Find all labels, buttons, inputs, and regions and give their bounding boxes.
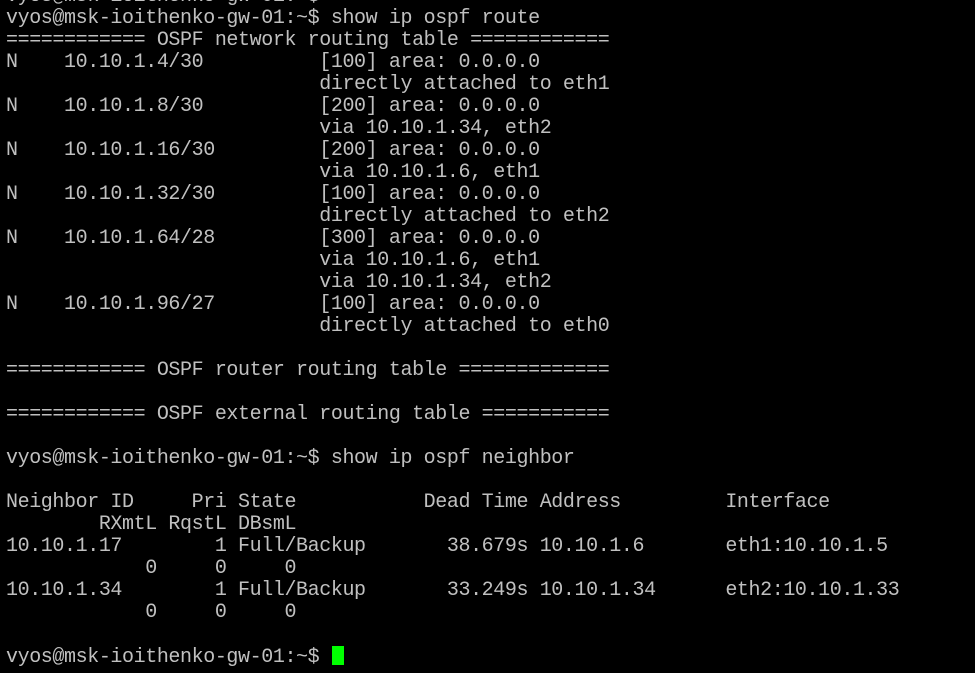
- terminal-line: directly attached to eth2: [6, 205, 610, 228]
- terminal-line: Neighbor ID Pri State Dead Time Address …: [6, 491, 830, 514]
- terminal-line: via 10.10.1.34, eth2: [6, 117, 552, 140]
- prompt-text: vyos@msk-ioithenko-gw-01:~$: [6, 646, 331, 669]
- terminal-line: 10.10.1.17 1 Full/Backup 38.679s 10.10.1…: [6, 535, 888, 558]
- terminal-line: 0 0 0: [6, 557, 297, 580]
- prompt-line[interactable]: vyos@msk-ioithenko-gw-01:~$: [6, 646, 899, 669]
- terminal-line: N 10.10.1.96/27 [100] area: 0.0.0.0: [6, 293, 540, 316]
- terminal-line: N 10.10.1.64/28 [300] area: 0.0.0.0: [6, 227, 540, 250]
- terminal-line: N 10.10.1.4/30 [100] area: 0.0.0.0: [6, 51, 540, 74]
- terminal-window[interactable]: vyos@msk-ioithenko-gw-01:~$ vyos@msk-ioi…: [0, 0, 975, 673]
- terminal-line: vyos@msk-ioithenko-gw-01:~$ show ip ospf…: [6, 447, 575, 470]
- terminal-line: directly attached to eth0: [6, 315, 610, 338]
- terminal-output: vyos@msk-ioithenko-gw-01:~$ vyos@msk-ioi…: [6, 0, 900, 669]
- text-cursor: [331, 646, 344, 665]
- terminal-line: RXmtL RqstL DBsmL: [6, 513, 297, 536]
- terminal-line: directly attached to eth1: [6, 73, 610, 96]
- terminal-line: via 10.10.1.34, eth2: [6, 271, 552, 294]
- terminal-line: N 10.10.1.16/30 [200] area: 0.0.0.0: [6, 139, 540, 162]
- terminal-line: ============ OSPF network routing table …: [6, 29, 610, 52]
- terminal-line: ============ OSPF external routing table…: [6, 403, 610, 426]
- terminal-line: N 10.10.1.8/30 [200] area: 0.0.0.0: [6, 95, 540, 118]
- terminal-line: 0 0 0: [6, 601, 297, 624]
- terminal-line: vyos@msk-ioithenko-gw-01:~$ show ip ospf…: [6, 7, 540, 30]
- terminal-line: ============ OSPF router routing table =…: [6, 359, 610, 382]
- terminal-line: 10.10.1.34 1 Full/Backup 33.249s 10.10.1…: [6, 579, 900, 602]
- terminal-line: via 10.10.1.6, eth1: [6, 249, 540, 272]
- terminal-line: via 10.10.1.6, eth1: [6, 161, 540, 184]
- terminal-line: N 10.10.1.32/30 [100] area: 0.0.0.0: [6, 183, 540, 206]
